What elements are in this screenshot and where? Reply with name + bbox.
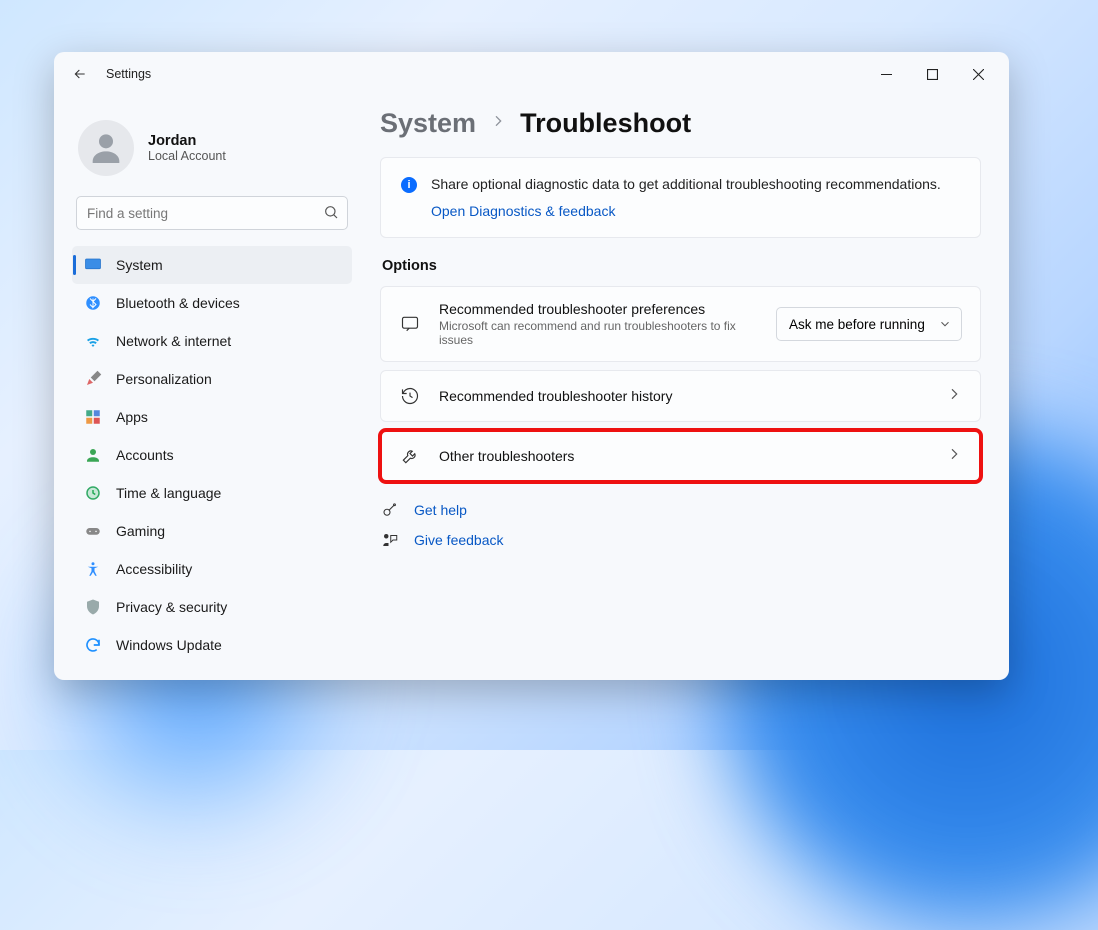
sidebar-item-label: Network & internet bbox=[116, 333, 231, 349]
sidebar-item-gaming[interactable]: Gaming bbox=[72, 512, 352, 550]
search-icon bbox=[323, 204, 339, 225]
user-subtitle: Local Account bbox=[148, 149, 226, 163]
option-subtitle: Microsoft can recommend and run troubles… bbox=[439, 319, 758, 347]
gamepad-icon bbox=[84, 522, 102, 540]
user-name: Jordan bbox=[148, 133, 226, 149]
main-content: System Troubleshoot i Share optional dia… bbox=[364, 96, 1009, 680]
apps-icon bbox=[84, 408, 102, 426]
user-panel[interactable]: Jordan Local Account bbox=[72, 114, 352, 188]
option-other-troubleshooters[interactable]: Other troubleshooters bbox=[380, 430, 981, 482]
options-heading: Options bbox=[382, 258, 981, 274]
give-feedback-link[interactable]: Give feedback bbox=[414, 532, 504, 548]
sidebar-item-label: Apps bbox=[116, 409, 148, 425]
sidebar-nav: System Bluetooth & devices Network & int… bbox=[72, 246, 352, 664]
sidebar: Jordan Local Account System Bluetooth & … bbox=[54, 96, 364, 680]
breadcrumb-parent[interactable]: System bbox=[380, 108, 476, 139]
minimize-button[interactable] bbox=[863, 59, 909, 89]
info-icon: i bbox=[401, 177, 417, 193]
chevron-right-icon bbox=[490, 113, 506, 134]
sidebar-item-label: Personalization bbox=[116, 371, 212, 387]
feedback-icon bbox=[380, 530, 400, 550]
option-recommended-preferences[interactable]: Recommended troubleshooter preferences M… bbox=[380, 286, 981, 362]
app-title: Settings bbox=[106, 67, 151, 81]
back-button[interactable] bbox=[68, 62, 92, 86]
display-icon bbox=[84, 256, 102, 274]
preferences-dropdown[interactable]: Ask me before running bbox=[776, 307, 962, 341]
person-icon bbox=[86, 128, 126, 168]
sidebar-item-apps[interactable]: Apps bbox=[72, 398, 352, 436]
option-troubleshooter-history[interactable]: Recommended troubleshooter history bbox=[380, 370, 981, 422]
info-card: i Share optional diagnostic data to get … bbox=[380, 157, 981, 238]
avatar bbox=[78, 120, 134, 176]
option-title: Recommended troubleshooter preferences bbox=[439, 301, 758, 317]
maximize-icon bbox=[927, 69, 938, 80]
sidebar-item-label: Gaming bbox=[116, 523, 165, 539]
clock-icon bbox=[84, 484, 102, 502]
sidebar-item-privacy[interactable]: Privacy & security bbox=[72, 588, 352, 626]
titlebar: Settings bbox=[54, 52, 1009, 96]
sidebar-item-label: Time & language bbox=[116, 485, 221, 501]
get-help-link[interactable]: Get help bbox=[414, 502, 467, 518]
breadcrumb-current: Troubleshoot bbox=[520, 108, 691, 139]
accessibility-icon bbox=[84, 560, 102, 578]
sidebar-item-bluetooth[interactable]: Bluetooth & devices bbox=[72, 284, 352, 322]
arrow-left-icon bbox=[72, 66, 88, 82]
wifi-icon bbox=[84, 332, 102, 350]
search-wrap bbox=[76, 196, 348, 230]
breadcrumb: System Troubleshoot bbox=[380, 108, 981, 139]
paintbrush-icon bbox=[84, 370, 102, 388]
sidebar-item-accessibility[interactable]: Accessibility bbox=[72, 550, 352, 588]
window-controls bbox=[863, 59, 1001, 89]
help-icon bbox=[380, 500, 400, 520]
wrench-icon bbox=[399, 445, 421, 467]
search-input[interactable] bbox=[76, 196, 348, 230]
account-icon bbox=[84, 446, 102, 464]
minimize-icon bbox=[881, 69, 892, 80]
sidebar-item-system[interactable]: System bbox=[72, 246, 352, 284]
footer-links: Get help Give feedback bbox=[380, 500, 981, 550]
bluetooth-icon bbox=[84, 294, 102, 312]
sidebar-item-label: Windows Update bbox=[116, 637, 222, 653]
sidebar-item-label: Privacy & security bbox=[116, 599, 227, 615]
history-icon bbox=[399, 385, 421, 407]
sidebar-item-time[interactable]: Time & language bbox=[72, 474, 352, 512]
info-text: Share optional diagnostic data to get ad… bbox=[431, 176, 941, 192]
chat-icon bbox=[399, 313, 421, 335]
shield-icon bbox=[84, 598, 102, 616]
option-title: Recommended troubleshooter history bbox=[439, 388, 928, 404]
close-icon bbox=[973, 69, 984, 80]
chevron-right-icon bbox=[946, 386, 962, 407]
sidebar-item-label: System bbox=[116, 257, 163, 273]
chevron-down-icon bbox=[938, 317, 952, 334]
sidebar-item-label: Accessibility bbox=[116, 561, 192, 577]
sidebar-item-label: Bluetooth & devices bbox=[116, 295, 240, 311]
sidebar-item-label: Accounts bbox=[116, 447, 174, 463]
maximize-button[interactable] bbox=[909, 59, 955, 89]
update-icon bbox=[84, 636, 102, 654]
dropdown-value: Ask me before running bbox=[789, 317, 925, 332]
close-button[interactable] bbox=[955, 59, 1001, 89]
settings-window: Settings Jordan Local Account bbox=[54, 52, 1009, 680]
chevron-right-icon bbox=[946, 446, 962, 467]
sidebar-item-update[interactable]: Windows Update bbox=[72, 626, 352, 664]
diagnostics-feedback-link[interactable]: Open Diagnostics & feedback bbox=[431, 203, 960, 219]
option-title: Other troubleshooters bbox=[439, 448, 928, 464]
sidebar-item-accounts[interactable]: Accounts bbox=[72, 436, 352, 474]
sidebar-item-personalization[interactable]: Personalization bbox=[72, 360, 352, 398]
sidebar-item-network[interactable]: Network & internet bbox=[72, 322, 352, 360]
